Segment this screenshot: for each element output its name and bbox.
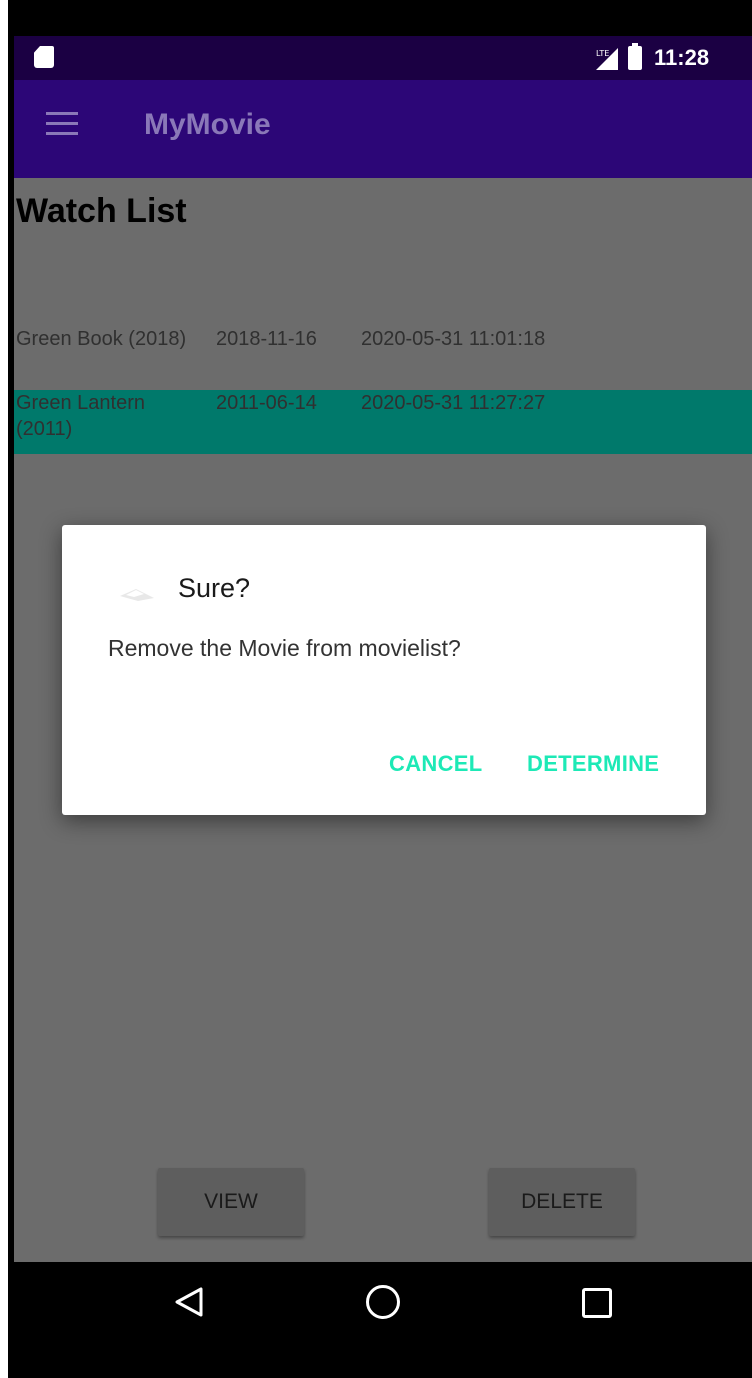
dialog-title: Sure? — [178, 573, 251, 603]
battery-icon — [628, 43, 642, 70]
determine-button[interactable]: DETERMINE — [527, 751, 659, 777]
menu-icon-line — [46, 132, 78, 135]
home-icon[interactable] — [366, 1285, 400, 1319]
alert-icon — [120, 589, 154, 601]
status-time: 11:28 — [654, 45, 710, 70]
delete-button[interactable]: DELETE — [489, 1168, 635, 1236]
status-bar: LTE 11:28 — [14, 36, 752, 80]
page-heading: Watch List — [16, 192, 187, 230]
back-icon[interactable] — [174, 1286, 204, 1318]
movie-title: Green Lantern (2011) — [16, 392, 145, 440]
sd-card-icon — [34, 46, 54, 68]
menu-icon-line — [46, 112, 78, 115]
confirm-dialog: Sure? Remove the Movie from movielist? C… — [62, 525, 706, 815]
menu-icon[interactable] — [46, 112, 78, 136]
navigation-bar — [8, 1262, 752, 1378]
signal-icon: LTE — [596, 48, 618, 70]
view-button[interactable]: VIEW — [158, 1168, 304, 1236]
movie-row[interactable]: Green Book (2018) 2018-11-16 2020-05-31 … — [14, 326, 752, 390]
network-label: LTE — [596, 49, 609, 58]
recents-icon[interactable] — [582, 1288, 612, 1318]
movie-added-date: 2020-05-31 11:01:18 — [361, 328, 546, 350]
app-bar: MyMovie — [14, 80, 752, 178]
app-title: MyMovie — [144, 108, 271, 141]
menu-icon-line — [46, 122, 78, 125]
movie-added-date: 2020-05-31 11:27:27 — [361, 392, 546, 414]
movie-release-date: 2018-11-16 — [216, 328, 317, 350]
movie-title: Green Book (2018) — [16, 328, 187, 350]
movie-release-date: 2011-06-14 — [216, 392, 317, 414]
cancel-button[interactable]: CANCEL — [389, 751, 482, 777]
dialog-message: Remove the Movie from movielist? — [108, 635, 461, 661]
movie-row-selected[interactable]: Green Lantern (2011) 2011-06-14 2020-05-… — [14, 390, 752, 454]
